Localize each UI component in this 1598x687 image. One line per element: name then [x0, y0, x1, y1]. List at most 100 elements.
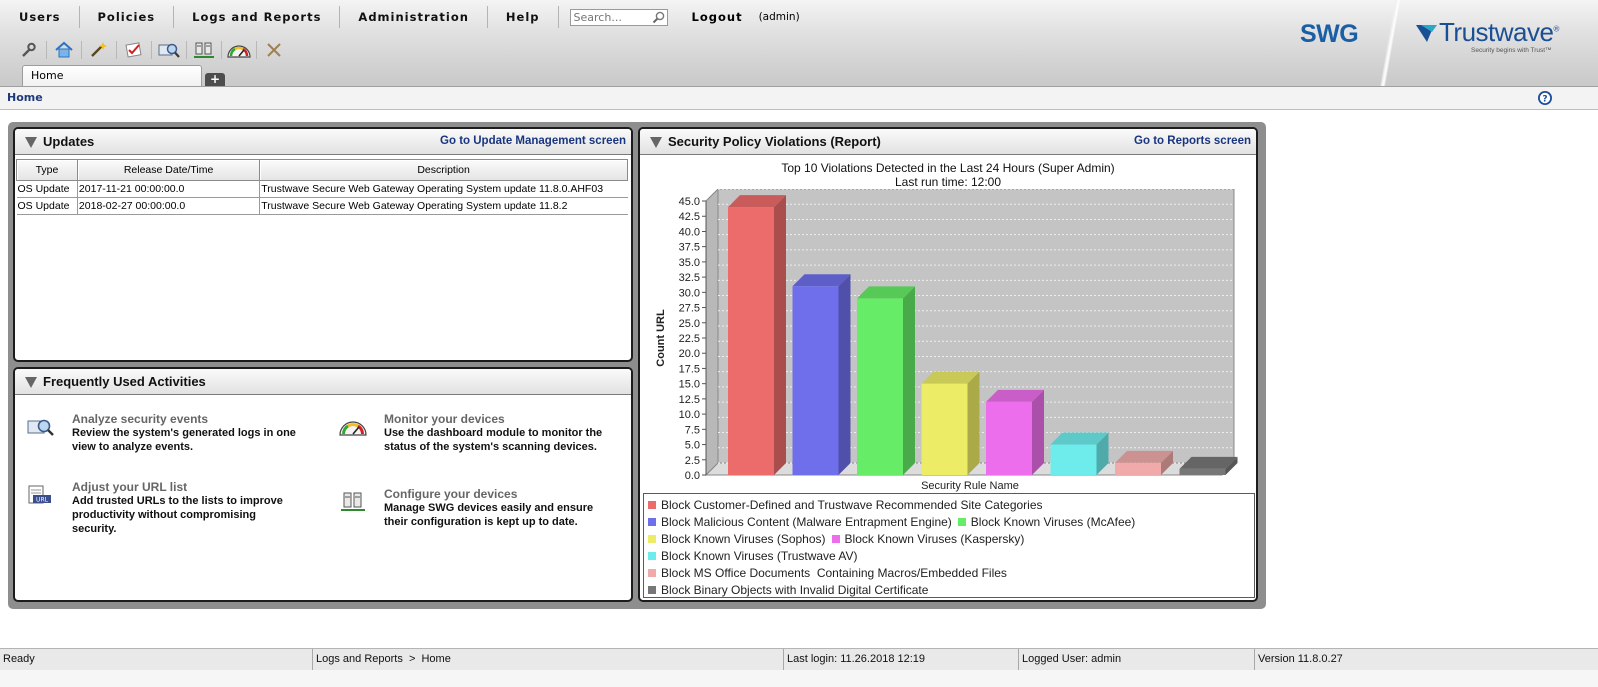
- y-tick-label: 40.0: [679, 226, 700, 238]
- menu-help[interactable]: Help: [488, 6, 559, 28]
- cell-release-date: 2018-02-27 00:00:00.0: [76, 197, 260, 215]
- bar-front: [921, 383, 968, 475]
- tab-home[interactable]: Home: [22, 65, 202, 86]
- bar: [986, 389, 1044, 475]
- collapse-triangle-icon[interactable]: [650, 137, 662, 148]
- breadcrumb-bar: Home ?: [0, 86, 1598, 110]
- activity-title[interactable]: Analyze security events: [72, 412, 208, 426]
- activity-title[interactable]: Monitor your devices: [384, 412, 505, 426]
- plot-side-wall: [705, 189, 719, 477]
- app-header: Users Policies Logs and Reports Administ…: [0, 0, 1598, 86]
- menu-administration[interactable]: Administration: [340, 6, 488, 28]
- y-tick-label: 2.5: [685, 455, 700, 467]
- legend-row: Block Known Viruses (Sophos) Block Known…: [648, 530, 1250, 547]
- y-tick-label: 15.0: [679, 379, 700, 391]
- activity-title[interactable]: Configure your devices: [384, 487, 517, 501]
- toolbar-separator: [151, 41, 152, 59]
- menu-users[interactable]: Users: [0, 6, 80, 28]
- cell-type: OS Update: [16, 197, 78, 215]
- table-row[interactable]: OS Update 2017-11-21 00:00:00.0 Trustwav…: [16, 180, 628, 198]
- devices-icon[interactable]: [189, 38, 219, 62]
- company-tagline: Security begins with Trust™: [1471, 47, 1552, 54]
- legend-item: Block Binary Objects with Invalid Digita…: [648, 583, 928, 597]
- y-tick-label: 42.5: [679, 211, 700, 223]
- bar-side: [967, 371, 980, 475]
- toolbar-separator: [186, 41, 187, 59]
- dashboard-gauge-icon[interactable]: [224, 38, 254, 62]
- toolbar-separator: [81, 41, 82, 59]
- toolbar-separator: [46, 41, 47, 59]
- window-bottom-strip: [0, 670, 1598, 687]
- bar: [921, 371, 980, 475]
- bar: [792, 274, 851, 475]
- menu-logs-and-reports[interactable]: Logs and Reports: [174, 6, 341, 28]
- menu-policies[interactable]: Policies: [80, 6, 175, 28]
- reports-screen-link[interactable]: Go to Reports screen: [1134, 135, 1251, 147]
- wrench-icon[interactable]: [14, 38, 44, 62]
- y-tick-label: 37.5: [679, 242, 700, 254]
- y-tick-label: 17.5: [679, 363, 700, 375]
- column-header-type[interactable]: Type: [16, 159, 78, 181]
- search-input[interactable]: [570, 9, 649, 25]
- y-tick-label: 30.0: [679, 287, 700, 299]
- legend-row: Block Binary Objects with Invalid Digita…: [648, 581, 1250, 598]
- collapse-triangle-icon[interactable]: [25, 377, 37, 388]
- header-divider: [1372, 0, 1408, 86]
- search-box: [569, 8, 668, 26]
- add-tab-button[interactable]: +: [205, 73, 225, 86]
- cell-description: Trustwave Secure Web Gateway Operating S…: [259, 197, 628, 215]
- status-last-login: Last login: 11.26.2018 12:19: [783, 649, 925, 670]
- bar-front: [792, 286, 839, 475]
- breadcrumb[interactable]: Home: [7, 91, 43, 104]
- y-tick-label: 27.5: [679, 303, 700, 315]
- legend-item: Block Customer-Defined and Trustwave Rec…: [648, 498, 1043, 512]
- chart-title: Top 10 Violations Detected in the Last 2…: [781, 161, 1115, 175]
- activity-title[interactable]: Adjust your URL list: [72, 480, 187, 494]
- bar-front: [1179, 468, 1226, 475]
- update-management-link[interactable]: Go to Update Management screen: [440, 135, 626, 147]
- legend-item: Block Known Viruses (Sophos): [648, 532, 826, 546]
- home-icon[interactable]: [49, 38, 79, 62]
- column-header-release-date[interactable]: Release Date/Time: [76, 159, 261, 181]
- policy-violations-title: Security Policy Violations (Report): [668, 134, 881, 149]
- wizard-wand-icon[interactable]: [84, 38, 114, 62]
- y-tick-label: 45.0: [679, 196, 700, 208]
- legend-row: Block Malicious Content (Malware Entrapm…: [648, 513, 1250, 530]
- legend-row: Block MS Office Documents Containing Mac…: [648, 564, 1250, 581]
- table-row[interactable]: OS Update 2018-02-27 00:00:00.0 Trustwav…: [16, 197, 628, 215]
- tools-icon[interactable]: [259, 38, 289, 62]
- policy-checklist-icon[interactable]: [119, 38, 149, 62]
- svg-text:URL: URL: [36, 497, 49, 504]
- help-icon[interactable]: ?: [1537, 90, 1553, 106]
- y-tick-label: 25.0: [679, 318, 700, 330]
- cell-release-date: 2017-11-21 00:00:00.0: [76, 180, 260, 198]
- activity-description: Add trusted URLs to the lists to improve…: [72, 495, 283, 535]
- bar-side: [774, 195, 786, 476]
- y-tick-label: 20.0: [679, 348, 700, 360]
- logout-link[interactable]: Logout: [692, 10, 743, 24]
- updates-panel: Updates Go to Update Management screen T…: [13, 127, 633, 362]
- legend-swatch: [648, 500, 656, 509]
- toolbar: [14, 38, 289, 62]
- bar-front: [857, 298, 903, 475]
- legend-row: Block Known Viruses (Trustwave AV): [648, 547, 1250, 564]
- collapse-triangle-icon[interactable]: [25, 137, 37, 148]
- bar: [1115, 450, 1173, 475]
- search-icon[interactable]: [652, 11, 665, 24]
- log-search-icon: [27, 419, 54, 436]
- frequent-activities-title: Frequently Used Activities: [43, 374, 206, 389]
- bar-front: [986, 401, 1032, 475]
- main-menu: Users Policies Logs and Reports Administ…: [0, 5, 800, 29]
- legend-item: Block Known Viruses (McAfee): [957, 515, 1135, 529]
- activity-description: Manage SWG devices easily and ensure the…: [384, 502, 594, 528]
- y-tick-label: 5.0: [685, 440, 700, 452]
- column-header-description[interactable]: Description: [259, 159, 628, 181]
- log-search-icon[interactable]: [154, 38, 184, 62]
- y-tick-label: 12.5: [679, 394, 700, 406]
- status-path: Logs and Reports > Home: [312, 649, 451, 670]
- policy-violations-panel: Security Policy Violations (Report) Go t…: [638, 127, 1258, 602]
- legend-row: Block Customer-Defined and Trustwave Rec…: [648, 496, 1250, 513]
- bar: [857, 286, 915, 475]
- bar-side: [903, 286, 915, 475]
- dashboard-gauge-icon: [339, 421, 367, 436]
